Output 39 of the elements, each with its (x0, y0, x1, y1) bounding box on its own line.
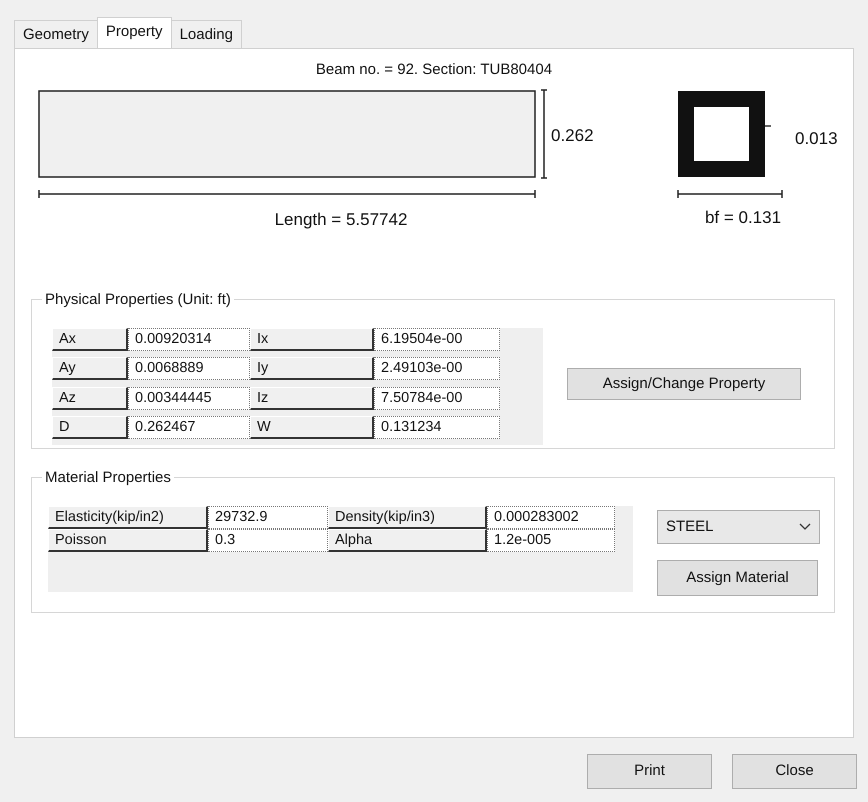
property-value: 0.00920314 (128, 328, 250, 351)
property-value: 2.49103e-00 (374, 357, 500, 380)
property-name: D (52, 416, 128, 439)
property-value: 0.3 (208, 529, 328, 552)
property-name: W (250, 416, 374, 439)
dimension-label: Length = 5.57742 (274, 210, 408, 229)
property-name: Ax (52, 328, 128, 351)
property-name: Ay (52, 357, 128, 380)
property-name: Iy (250, 357, 374, 380)
tab[interactable]: Geometry (14, 20, 98, 48)
property-name: Iz (250, 386, 374, 410)
property-value: 7.50784e-00 (374, 386, 500, 410)
property-value: 0.000283002 (487, 506, 615, 529)
property-value: 0.00344445 (128, 386, 250, 410)
dimension-label: 0.013 (795, 129, 838, 148)
tab[interactable]: Property (96, 16, 172, 49)
property-name: Density(kip/in3) (328, 506, 487, 529)
assign-material-button[interactable]: Assign Material (657, 560, 818, 596)
property-value: 0.262467 (128, 416, 250, 439)
property-name: Ix (250, 328, 374, 351)
chevron-down-icon (799, 523, 811, 531)
material-dropdown[interactable]: STEEL (657, 510, 820, 544)
property-value: 0.131234 (374, 416, 500, 439)
property-value: 6.19504e-00 (374, 328, 500, 351)
property-value: 29732.9 (208, 506, 328, 529)
dialog-button[interactable]: Close (732, 754, 857, 789)
section-heading: Beam no. = 92. Section: TUB80404 (314, 60, 554, 80)
dialog-button[interactable]: Print (587, 754, 712, 789)
dimension-label: 0.262 (551, 126, 594, 145)
property-name: Elasticity(kip/in2) (48, 506, 208, 529)
property-name: Poisson (48, 529, 208, 552)
property-name: Az (52, 386, 128, 410)
dimension-label: bf = 0.131 (704, 208, 782, 227)
tab[interactable]: Loading (170, 20, 242, 48)
property-value: 0.0068889 (128, 357, 250, 380)
dropdown-value: STEEL (666, 516, 714, 537)
property-name: Alpha (328, 529, 487, 552)
assign-change-property-button[interactable]: Assign/Change Property (567, 368, 801, 400)
property-value: 1.2e-005 (487, 529, 615, 552)
